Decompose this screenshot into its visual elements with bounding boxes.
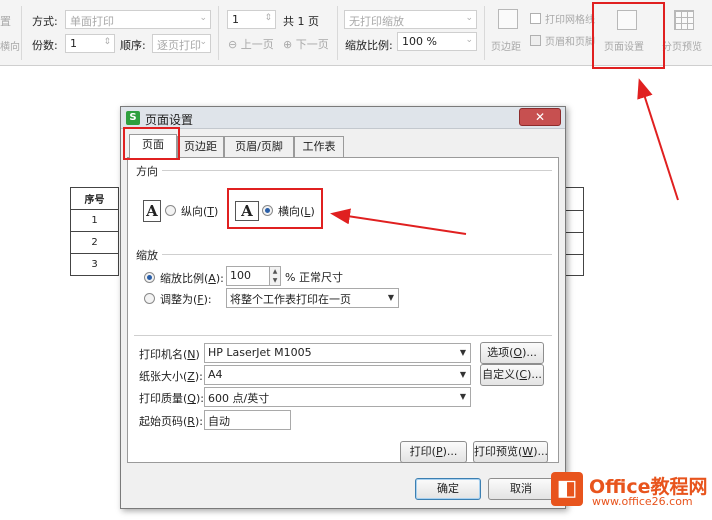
red-arrow-to-page-setup: [637, 78, 679, 201]
watermark-url: www.office26.com: [592, 495, 693, 508]
red-arrow-to-landscape: [330, 208, 467, 235]
tab-page[interactable]: 页面: [129, 134, 177, 158]
annotation-arrows: [330, 78, 679, 235]
office-logo-icon: ◧: [551, 472, 583, 506]
